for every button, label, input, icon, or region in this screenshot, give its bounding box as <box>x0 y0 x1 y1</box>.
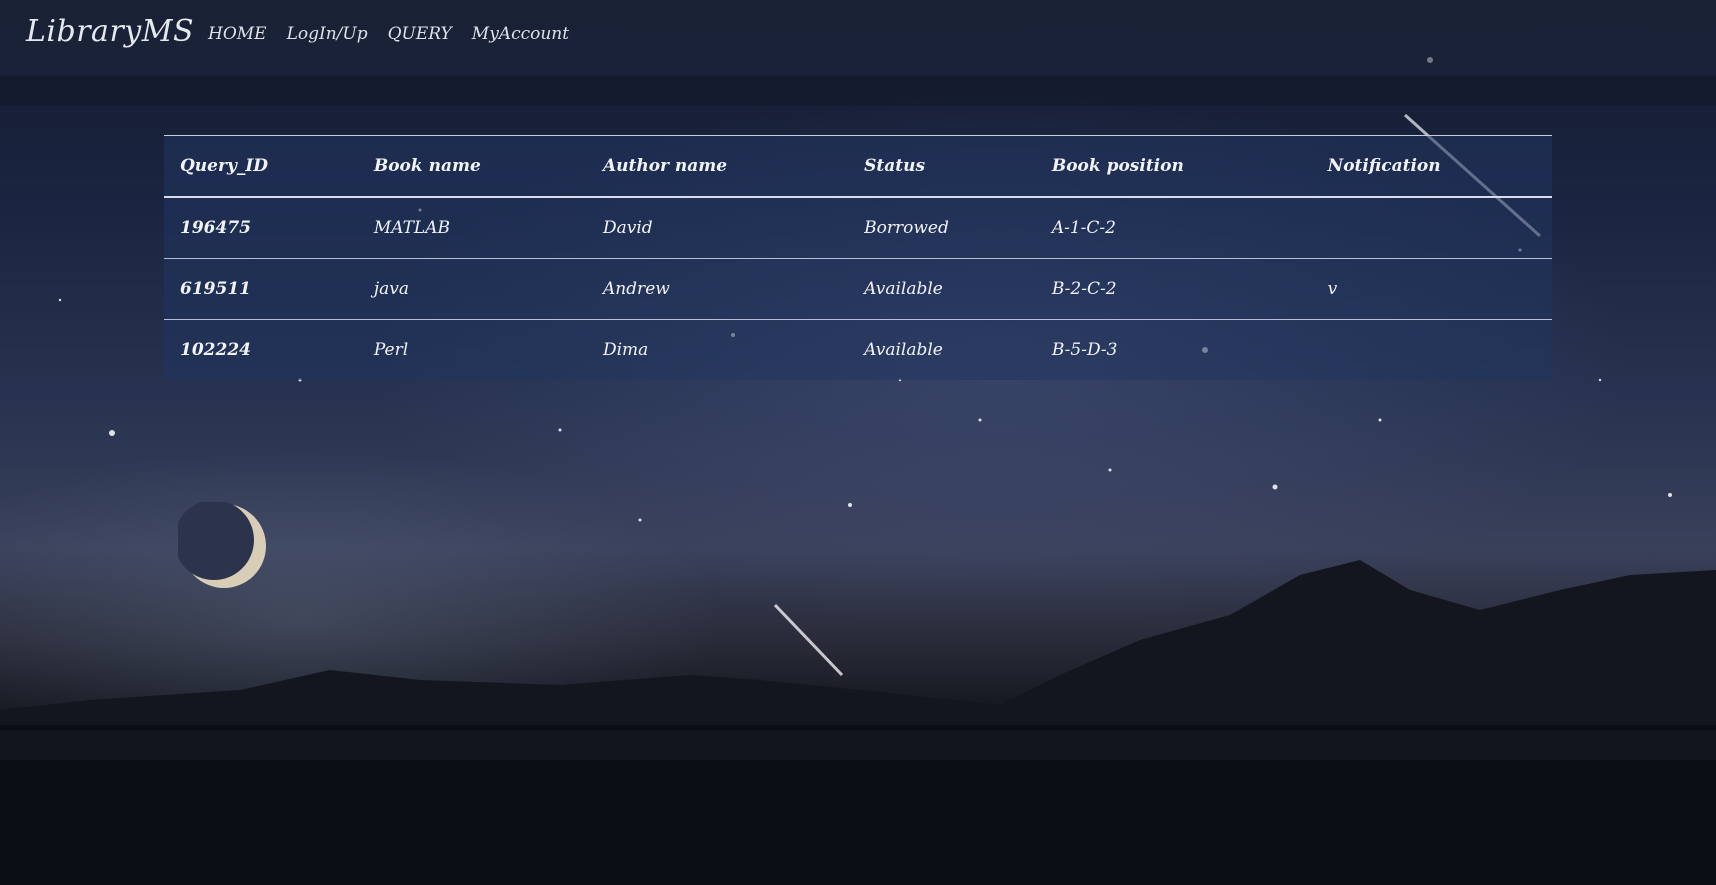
cell-book-position: B-5-D-3 <box>1051 340 1118 360</box>
cell-notification <box>1312 197 1552 259</box>
background-night-sky <box>0 57 1716 885</box>
nav-myaccount[interactable]: MyAccount <box>472 24 569 44</box>
cell-author-name: Andrew <box>602 279 670 299</box>
query-results-table: Query_ID Book name Author name Status Bo… <box>164 135 1552 380</box>
cell-book-position: A-1-C-2 <box>1051 218 1116 238</box>
moon-icon <box>178 502 266 588</box>
nav-query[interactable]: QUERY <box>388 24 452 44</box>
cell-notification: v <box>1327 279 1338 299</box>
brand-logo[interactable]: LibraryMS <box>26 14 194 49</box>
cell-status: Available <box>864 279 943 299</box>
col-status: Status <box>848 135 1036 198</box>
col-author-name: Author name <box>586 135 849 198</box>
nav-login[interactable]: LogIn/Up <box>287 24 368 44</box>
cell-query-id: 196475 <box>180 218 251 238</box>
col-book-name: Book name <box>357 135 587 198</box>
content-panel <box>0 76 1716 106</box>
table-row: 619511 java Andrew Available B-2-C-2 v <box>164 259 1552 320</box>
cell-book-name: Perl <box>373 340 409 360</box>
cell-status: Available <box>864 340 943 360</box>
table-row: 102224 Perl Dima Available B-5-D-3 <box>164 320 1552 381</box>
table-header-row: Query_ID Book name Author name Status Bo… <box>164 135 1552 198</box>
nav-home[interactable]: HOME <box>208 24 267 44</box>
cell-author-name: Dima <box>602 340 649 360</box>
cell-author-name: David <box>602 218 653 238</box>
col-query-id: Query_ID <box>164 135 358 198</box>
cell-book-position: B-2-C-2 <box>1051 279 1117 299</box>
col-notification: Notification <box>1311 135 1552 198</box>
cell-query-id: 102224 <box>180 340 251 360</box>
cell-status: Borrowed <box>864 218 949 238</box>
cell-query-id: 619511 <box>180 279 251 299</box>
table-row: 196475 MATLAB David Borrowed A-1-C-2 <box>164 197 1552 259</box>
cell-notification <box>1312 320 1552 381</box>
col-book-position: Book position <box>1035 135 1312 198</box>
cell-book-name: java <box>373 279 409 299</box>
top-navbar: LibraryMS HOME LogIn/Up QUERY MyAccount <box>0 0 1716 76</box>
cell-book-name: MATLAB <box>373 218 450 238</box>
nav-links: HOME LogIn/Up QUERY MyAccount <box>208 24 569 44</box>
